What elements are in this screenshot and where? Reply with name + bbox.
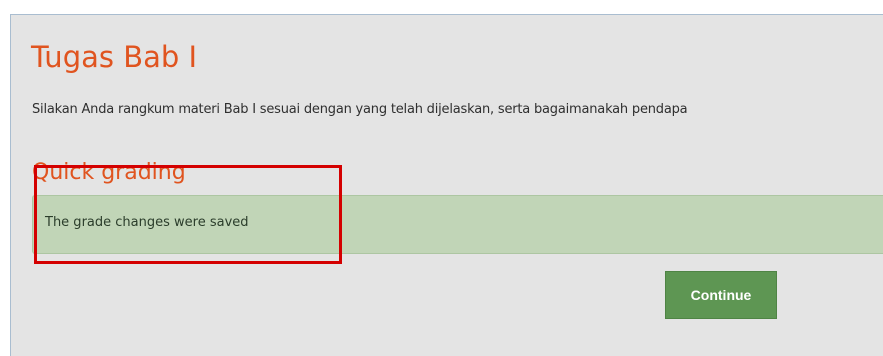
success-message: The grade changes were saved	[45, 215, 249, 230]
quick-grading-heading: Quick grading	[32, 160, 186, 185]
assignment-title: Tugas Bab I	[31, 40, 198, 74]
assignment-description: Silakan Anda rangkum materi Bab I sesuai…	[32, 102, 688, 117]
main-content-panel: Tugas Bab I Silakan Anda rangkum materi …	[10, 14, 883, 356]
success-alert: The grade changes were saved	[32, 195, 883, 254]
continue-button[interactable]: Continue	[665, 271, 777, 319]
